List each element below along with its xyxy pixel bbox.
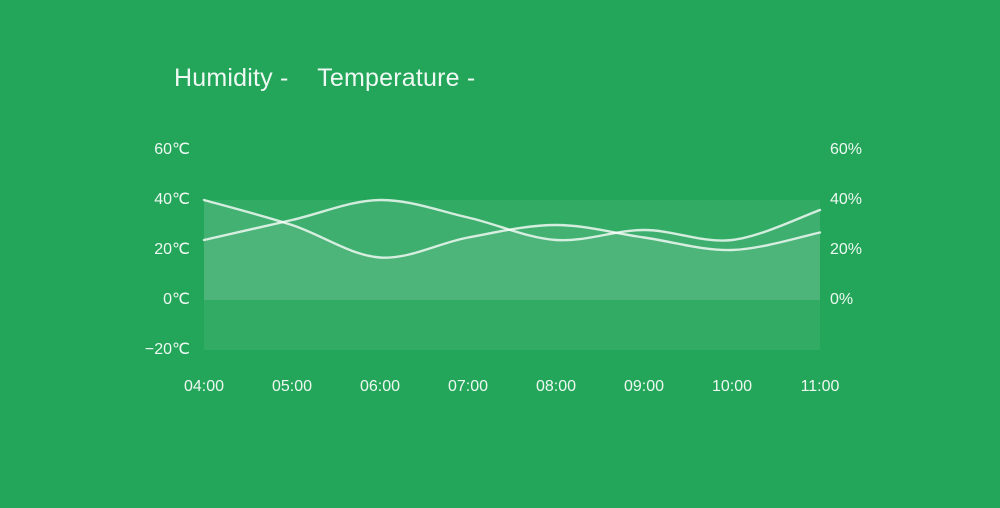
x-tick: 09:00	[624, 378, 664, 396]
legend-temperature-label: Temperature -	[317, 64, 475, 92]
y-left-tick: 40℃	[100, 192, 190, 208]
y-left-tick: 60℃	[100, 142, 190, 158]
x-tick: 11:00	[801, 378, 840, 396]
x-tick: 08:00	[536, 378, 576, 396]
y-right-tick: 40%	[830, 192, 900, 208]
y-left-tick: 20℃	[100, 242, 190, 258]
legend-humidity: Humidity -	[174, 64, 289, 92]
y-right-tick: 20%	[830, 242, 900, 258]
x-tick: 05:00	[272, 378, 312, 396]
x-tick: 10:00	[712, 378, 752, 396]
chart-lines	[204, 150, 820, 350]
y-left-tick: −20℃	[100, 342, 190, 358]
chart-legend: Humidity - Temperature -	[174, 64, 497, 93]
x-tick: 04:00	[184, 378, 224, 396]
y-left-tick: 0℃	[100, 292, 190, 308]
y-right-tick: 60%	[830, 142, 900, 158]
plot-area	[204, 150, 820, 350]
legend-humidity-label: Humidity -	[174, 64, 289, 92]
y-right-tick: 0%	[830, 292, 900, 308]
chart: 60℃ 40℃ 20℃ 0℃ −20℃ 60% 40% 20% 0% 04:00…	[100, 150, 900, 450]
legend-temperature: Temperature -	[317, 64, 475, 92]
x-tick: 06:00	[360, 378, 400, 396]
x-tick: 07:00	[448, 378, 488, 396]
